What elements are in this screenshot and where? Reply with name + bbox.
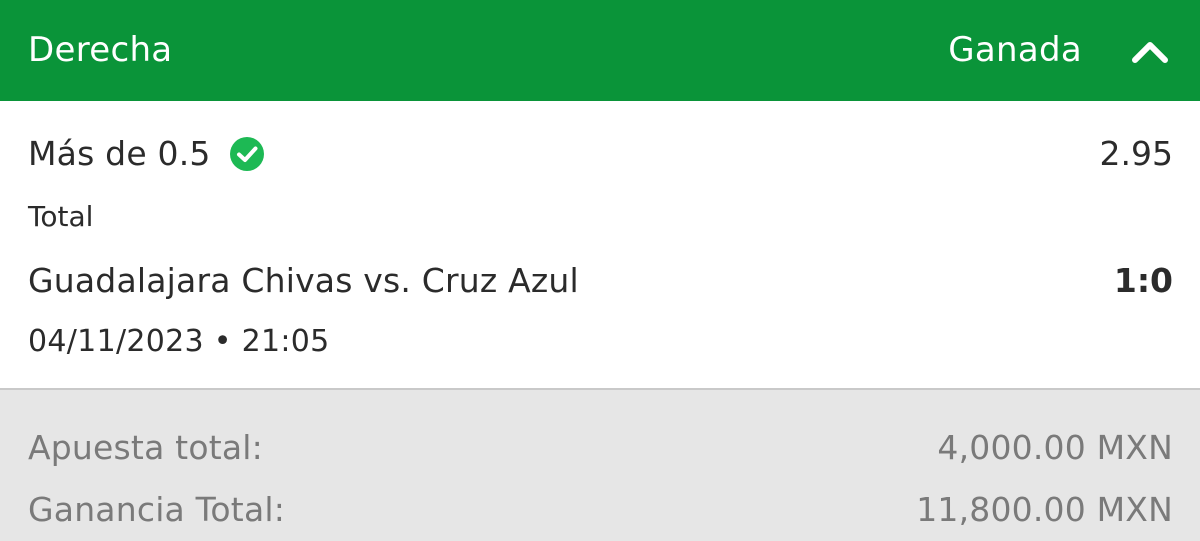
winnings-value: 11,800.00 MXN bbox=[916, 490, 1173, 529]
bet-details: Más de 0.5 2.95 Total Guadalajara Chivas… bbox=[0, 101, 1200, 388]
bet-summary: Apuesta total: 4,000.00 MXN Ganancia Tot… bbox=[0, 390, 1200, 541]
check-circle-icon bbox=[229, 136, 265, 172]
bet-status-label: Ganada bbox=[948, 30, 1082, 70]
match-score: 1:0 bbox=[1113, 261, 1173, 300]
selection-row: Más de 0.5 bbox=[28, 131, 265, 177]
winnings-label: Ganancia Total: bbox=[28, 490, 286, 529]
stake-value: 4,000.00 MXN bbox=[937, 428, 1173, 467]
bet-card: Derecha Ganada Más de 0.5 2.95 Total Gua… bbox=[0, 0, 1200, 541]
odds-value: 2.95 bbox=[1099, 134, 1173, 173]
selection-label: Más de 0.5 bbox=[28, 134, 211, 173]
bet-header[interactable]: Derecha Ganada bbox=[0, 0, 1200, 101]
match-datetime: 04/11/2023 • 21:05 bbox=[28, 324, 330, 359]
collapse-button[interactable] bbox=[1130, 36, 1170, 66]
chevron-up-icon bbox=[1132, 42, 1168, 63]
bet-type-title: Derecha bbox=[28, 30, 173, 70]
match-name: Guadalajara Chivas vs. Cruz Azul bbox=[28, 261, 579, 300]
market-name: Total bbox=[28, 200, 94, 233]
stake-label: Apuesta total: bbox=[28, 428, 263, 467]
